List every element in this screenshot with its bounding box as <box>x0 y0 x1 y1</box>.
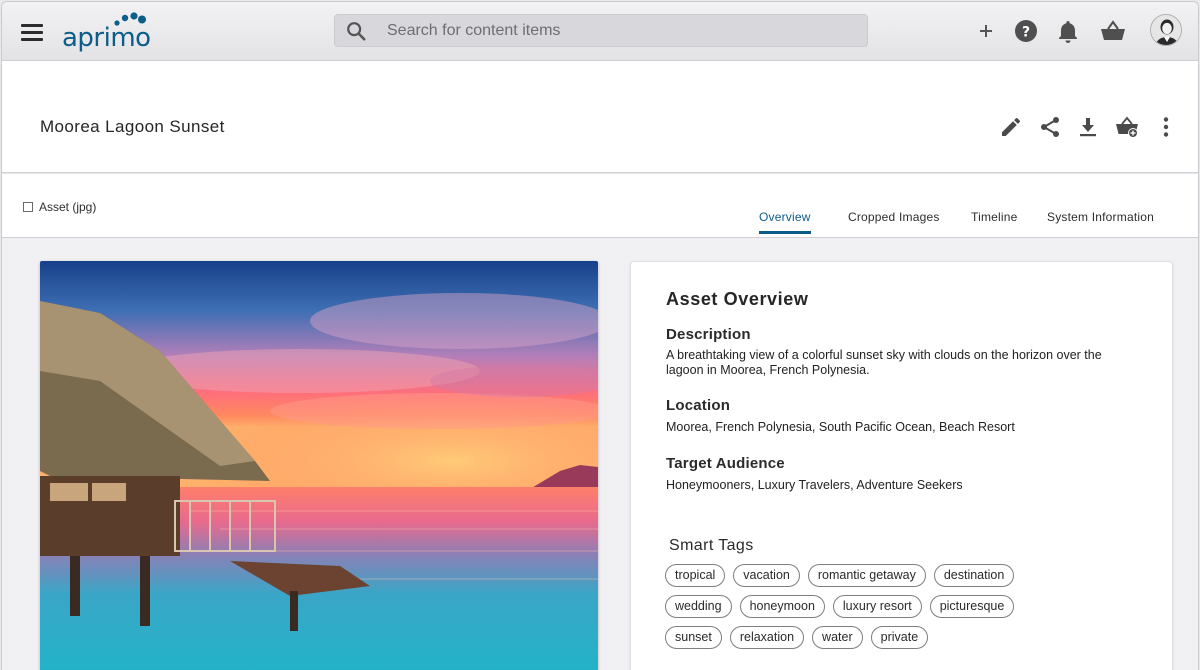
tag-row: sunset relaxation water private <box>665 626 1085 649</box>
tab-system-information[interactable]: System Information <box>1047 210 1154 224</box>
menu-icon[interactable] <box>21 24 43 42</box>
tag-row: tropical vacation romantic getaway desti… <box>665 564 1085 587</box>
tag-chip[interactable]: tropical <box>665 564 726 587</box>
tabs-row: Asset (jpg) Overview Cropped Images Time… <box>2 174 1198 238</box>
add-to-basket-icon[interactable] <box>1115 115 1139 139</box>
help-icon[interactable]: ? <box>1013 18 1039 44</box>
location-value: Moorea, French Polynesia, South Pacific … <box>666 420 1015 434</box>
tag-chip[interactable]: relaxation <box>729 626 805 649</box>
tag-chip[interactable]: vacation <box>733 564 800 587</box>
page-title: Moorea Lagoon Sunset <box>40 117 225 136</box>
tag-row: wedding honeymoon luxury resort pictures… <box>665 595 1085 618</box>
asset-type[interactable]: Asset (jpg) <box>23 200 96 214</box>
search-input[interactable] <box>387 15 857 46</box>
tag-chip[interactable]: luxury resort <box>832 595 922 618</box>
download-icon[interactable] <box>1076 115 1100 139</box>
more-vert-icon[interactable] <box>1154 115 1178 139</box>
asset-overview-card: Asset Overview Description A breathtakin… <box>630 261 1173 670</box>
tag-chip[interactable]: private <box>870 626 929 649</box>
edit-icon[interactable] <box>999 115 1023 139</box>
asset-preview-image[interactable] <box>40 261 598 670</box>
smart-tags: tropical vacation romantic getaway desti… <box>665 564 1085 657</box>
lagoon-sunset-photo <box>40 261 598 670</box>
search-bar[interactable] <box>334 14 868 47</box>
tag-chip[interactable]: destination <box>933 564 1015 587</box>
location-label: Location <box>666 397 731 414</box>
top-bar: aprimo ? <box>2 2 1198 61</box>
asset-header: Moorea Lagoon Sunset <box>2 61 1198 173</box>
brand-wordmark: aprimo <box>62 23 151 53</box>
basket-icon[interactable] <box>1099 18 1127 44</box>
target-audience-label: Target Audience <box>666 455 785 472</box>
share-icon[interactable] <box>1038 115 1062 139</box>
user-avatar-icon <box>1151 15 1181 45</box>
tag-chip[interactable]: picturesque <box>929 595 1015 618</box>
target-audience-value: Honeymooners, Luxury Travelers, Adventur… <box>666 478 963 492</box>
tab-timeline[interactable]: Timeline <box>971 210 1018 224</box>
brand-logo[interactable]: aprimo <box>62 12 158 54</box>
search-icon[interactable] <box>345 20 367 42</box>
app-window: aprimo ? <box>1 1 1199 670</box>
description-value: A breathtaking view of a colorful sunset… <box>666 348 1102 377</box>
tag-chip[interactable]: wedding <box>665 595 732 618</box>
svg-text:?: ? <box>1022 25 1030 41</box>
tab-overview[interactable]: Overview <box>759 210 811 234</box>
tag-chip[interactable]: honeymoon <box>739 595 825 618</box>
user-avatar[interactable] <box>1150 14 1182 46</box>
plus-icon[interactable] <box>973 18 999 44</box>
bell-icon[interactable] <box>1055 18 1081 44</box>
overview-title: Asset Overview <box>666 289 809 309</box>
tag-chip[interactable]: romantic getaway <box>807 564 926 587</box>
smart-tags-label: Smart Tags <box>669 537 754 554</box>
tag-chip[interactable]: water <box>812 626 863 649</box>
tab-cropped-images[interactable]: Cropped Images <box>848 210 940 224</box>
asset-type-label: Asset (jpg) <box>39 200 97 214</box>
select-checkbox[interactable] <box>23 202 33 212</box>
description-label: Description <box>666 326 751 343</box>
tag-chip[interactable]: sunset <box>665 626 722 649</box>
